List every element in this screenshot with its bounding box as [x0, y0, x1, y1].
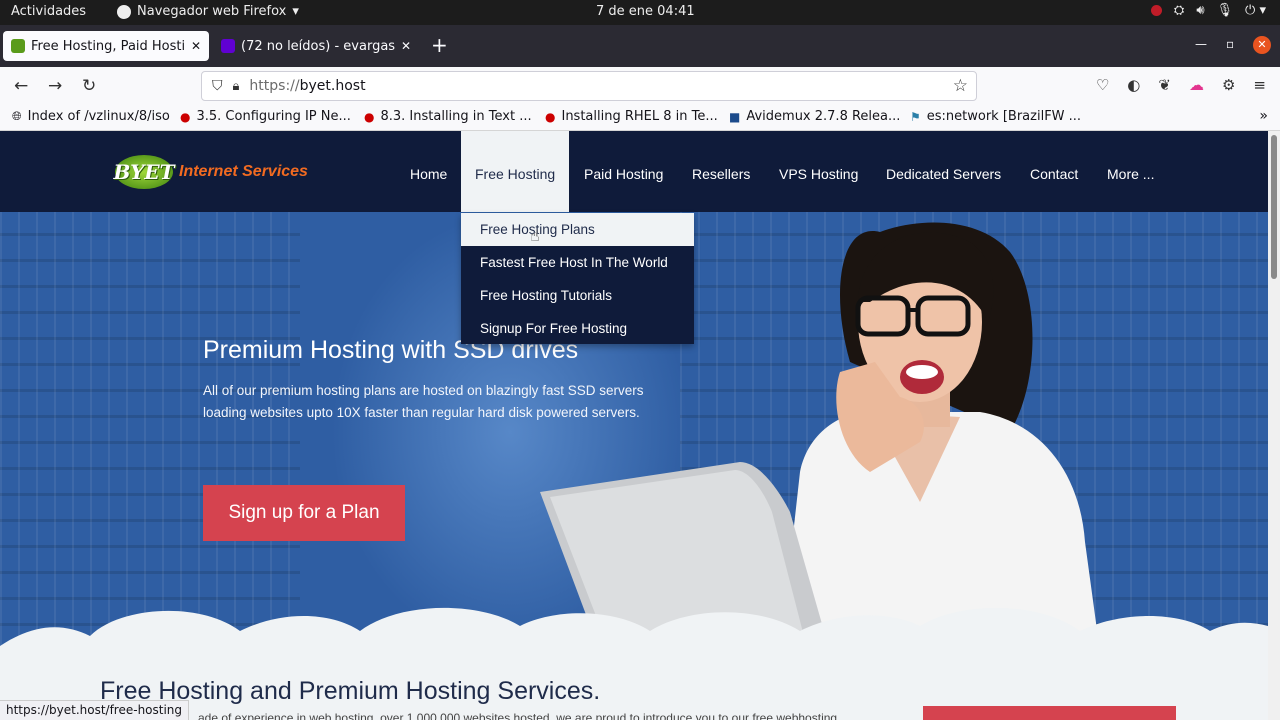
app-menu[interactable]: Navegador web Firefox ▾	[117, 4, 299, 19]
network-icon: ⚑	[910, 109, 921, 124]
extension-cloud-icon[interactable]: ☁	[1189, 76, 1204, 94]
dropdown-fastest-free-host[interactable]: Fastest Free Host In The World	[461, 246, 694, 279]
dropdown-free-hosting-plans[interactable]: Free Hosting Plans	[461, 213, 694, 246]
new-tab-plus-icon[interactable]: +	[431, 33, 448, 57]
close-icon[interactable]: ✕	[401, 39, 411, 53]
dropdown-free-hosting-tutorials[interactable]: Free Hosting Tutorials	[461, 279, 694, 312]
yahoo-mail-favicon-icon	[221, 39, 235, 53]
free-hosting-dropdown: Free Hosting Plans Fastest Free Host In …	[461, 213, 694, 344]
toolbar-extensions: ♡ ◐ ❦ ☁ ⚙ ≡	[1096, 76, 1266, 94]
tab-byet[interactable]: Free Hosting, Paid Hosting ✕	[3, 31, 209, 61]
web-page: BYET Internet Services Home Free Hosting…	[0, 131, 1268, 720]
bookmark-star-icon[interactable]: ☆	[953, 76, 968, 96]
chevron-down-icon: ▾	[292, 4, 299, 19]
power-icon: ⏻ ▾	[1245, 3, 1266, 18]
redhat-icon: ●	[364, 109, 375, 124]
forward-arrow-icon[interactable]: →	[48, 76, 62, 96]
redhat-icon: ●	[180, 109, 191, 124]
bookmark-label: Installing RHEL 8 in Te...	[561, 109, 718, 124]
bookmark-item[interactable]: 🌐︎ Index of /vzlinux/8/iso	[12, 109, 170, 124]
url-protocol: https://	[249, 78, 300, 94]
globe-icon: 🌐︎	[12, 109, 22, 123]
back-arrow-icon[interactable]: ←	[14, 76, 28, 96]
section-intro-text: ade of experience in web hosting, over 1…	[198, 711, 838, 720]
nav-paid-hosting[interactable]: Paid Hosting	[570, 131, 677, 212]
hero-description: All of our premium hosting plans are hos…	[203, 383, 644, 420]
address-bar[interactable]: ⛉ 🔒︎ https://byet.host ☆	[201, 71, 977, 101]
nav-contact[interactable]: Contact	[1016, 131, 1092, 212]
microphone-icon: 🎙︎	[1216, 3, 1234, 18]
hamburger-menu-icon[interactable]: ≡	[1253, 76, 1266, 94]
minimize-icon[interactable]: —	[1195, 37, 1207, 51]
signup-plan-button[interactable]: Sign up for a Plan	[203, 485, 405, 541]
section-action-button[interactable]	[923, 706, 1176, 720]
maximize-icon[interactable]: ▫	[1226, 37, 1234, 51]
reload-icon[interactable]: ↻	[82, 76, 96, 96]
tab-title: Free Hosting, Paid Hosting	[31, 38, 185, 54]
tab-strip: Free Hosting, Paid Hosting ✕ (72 no leíd…	[0, 25, 1280, 67]
dropdown-signup-free-hosting[interactable]: Signup For Free Hosting	[461, 312, 694, 345]
bookmarks-toolbar: 🌐︎ Index of /vzlinux/8/iso ● 3.5. Configur…	[0, 105, 1280, 131]
bookmark-label: 8.3. Installing in Text ...	[380, 109, 532, 124]
bookmark-item[interactable]: ● 8.3. Installing in Text ...	[364, 109, 532, 124]
bookmark-label: es:network [BrazilFW ...	[926, 109, 1082, 124]
close-icon[interactable]: ✕	[191, 39, 201, 53]
navigation-toolbar: ← → ↻ ⛉ 🔒︎ https://byet.host ☆ ♡ ◐ ❦ ☁ ⚙…	[0, 67, 1280, 105]
site-header: BYET Internet Services Home Free Hosting…	[0, 131, 1268, 212]
link-status-bar: https://byet.host/free-hosting	[0, 700, 190, 720]
server-rack-background	[0, 212, 300, 652]
site-icon: ■	[729, 109, 741, 124]
bookmark-item[interactable]: ⚑ es:network [BrazilFW ...	[910, 109, 1081, 124]
bookmark-label: Index of /vzlinux/8/iso	[27, 109, 170, 124]
bookmark-item[interactable]: ● Installing RHEL 8 in Te...	[545, 109, 718, 124]
hand-pointer-cursor-icon: ☝	[530, 226, 540, 245]
bookmark-label: Avidemux 2.7.8 Relea...	[746, 109, 901, 124]
nav-more[interactable]: More ...	[1093, 131, 1168, 212]
app-menu-label: Navegador web Firefox	[137, 4, 287, 19]
scrollbar-thumb[interactable]	[1271, 135, 1277, 279]
activities-button[interactable]: Actividades	[11, 4, 86, 19]
site-logo[interactable]: BYET Internet Services	[114, 155, 308, 189]
nav-dedicated-servers[interactable]: Dedicated Servers	[872, 131, 1015, 212]
bookmarks-overflow-icon[interactable]: »	[1259, 108, 1268, 124]
volume-icon: 🔊︎	[1196, 3, 1205, 18]
extension-icon[interactable]: ◐	[1127, 76, 1140, 94]
clock[interactable]: 7 de ene 04:41	[596, 4, 695, 19]
logo-tagline: Internet Services	[179, 163, 308, 180]
nav-home[interactable]: Home	[396, 131, 461, 212]
record-icon	[1150, 5, 1162, 16]
page-scrollbar[interactable]	[1268, 131, 1280, 720]
url-host: byet.host	[299, 78, 366, 94]
pocket-icon[interactable]: ♡	[1096, 76, 1109, 94]
firefox-icon	[117, 4, 131, 19]
redhat-icon: ●	[545, 109, 556, 124]
network-icon: ⛭	[1173, 3, 1185, 18]
nav-free-hosting[interactable]: Free Hosting	[461, 131, 570, 212]
tab-title: (72 no leídos) - evargasal	[241, 38, 395, 54]
lock-icon[interactable]: 🔒︎	[233, 79, 240, 94]
bookmark-item[interactable]: ● 3.5. Configuring IP Ne...	[180, 109, 351, 124]
url-text: https://byet.host	[249, 78, 365, 94]
nav-vps-hosting[interactable]: VPS Hosting	[765, 131, 872, 212]
system-tray[interactable]: ⛭ 🔊︎ 🎙︎ ⏻ ▾	[1150, 3, 1266, 18]
nav-resellers[interactable]: Resellers	[678, 131, 764, 212]
tracking-shield-icon[interactable]: ⛉	[212, 78, 223, 94]
cloud-divider	[0, 607, 1268, 661]
window-close-icon[interactable]: ✕	[1253, 36, 1271, 54]
tab-mail[interactable]: (72 no leídos) - evargasal ✕	[213, 31, 419, 61]
extension-paw-icon[interactable]: ❦	[1158, 76, 1171, 94]
byet-logo-badge: BYET	[114, 155, 174, 189]
system-top-bar: Actividades Navegador web Firefox ▾ 7 de…	[0, 0, 1280, 25]
bookmark-item[interactable]: ■ Avidemux 2.7.8 Relea...	[729, 109, 900, 124]
bookmark-label: 3.5. Configuring IP Ne...	[196, 109, 351, 124]
byet-favicon-icon	[11, 39, 25, 53]
extension-puzzle-icon[interactable]: ⚙	[1222, 76, 1235, 94]
